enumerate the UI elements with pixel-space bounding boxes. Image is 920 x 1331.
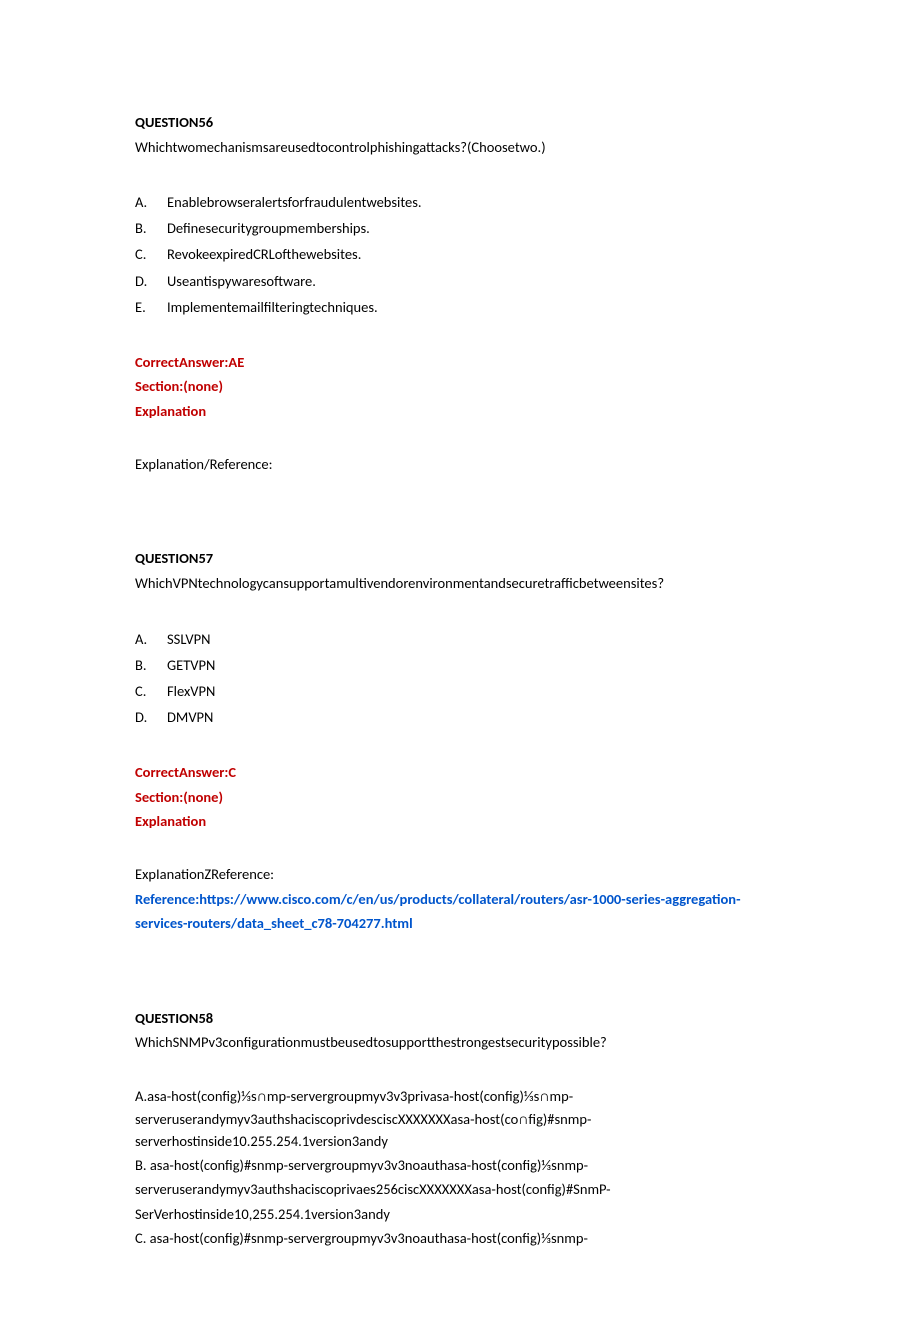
option-letter: D.	[135, 704, 153, 730]
correct-answer: CorrectAnswer:AE	[135, 350, 785, 375]
section-label: Section:(none)	[135, 785, 785, 810]
option-text: Implementemailfilteringtechniques.	[153, 294, 378, 320]
config-line: A.asa-host(config)⅓s∩mp-servergroupmyv3v…	[135, 1085, 785, 1107]
answer-section: CorrectAnswer:C Section:(none) Explanati…	[135, 760, 785, 834]
config-line: B. asa-host(config)#snmp-servergroupmyv3…	[135, 1153, 785, 1178]
answer-section: CorrectAnswer:AE Section:(none) Explanat…	[135, 350, 785, 424]
question-header: QUESTION57	[135, 546, 785, 571]
config-line: SerVerhostinside10,255.254.1version3andy	[135, 1202, 785, 1227]
option-letter: A.	[135, 626, 153, 652]
config-line: serveruserandymyv3authshaciscoprivdescis…	[135, 1108, 785, 1130]
option-a: A. SSLVPN	[135, 626, 785, 652]
option-letter: D.	[135, 268, 153, 294]
option-letter: C.	[135, 678, 153, 704]
option-text: DMVPN	[153, 704, 213, 730]
option-letter: B.	[135, 652, 153, 678]
option-c: C. FlexVPN	[135, 678, 785, 704]
option-text: FlexVPN	[153, 678, 215, 704]
options-list: A. SSLVPN B. GETVPN C. FlexVPN D. DMVPN	[135, 626, 785, 730]
option-b: B. Definesecuritygroupmemberships.	[135, 215, 785, 241]
section-label: Section:(none)	[135, 374, 785, 399]
option-d: D. DMVPN	[135, 704, 785, 730]
question-block-56: QUESTION56 Whichtwomechanismsareusedtoco…	[135, 110, 785, 476]
option-c: C. RevokeexpiredCRLofthewebsites.	[135, 241, 785, 267]
option-e: E. Implementemailfilteringtechniques.	[135, 294, 785, 320]
option-text: SSLVPN	[153, 626, 210, 652]
answer-body: A.asa-host(config)⅓s∩mp-servergroupmyv3v…	[135, 1085, 785, 1251]
config-line: serveruserandymyv3authshaciscoprivaes256…	[135, 1177, 785, 1202]
option-text: Enablebrowseralertsforfraudulentwebsites…	[153, 189, 422, 215]
reference-link[interactable]: Reference:https://www.cisco.com/c/en/us/…	[135, 887, 785, 912]
option-text: GETVPN	[153, 652, 215, 678]
reference-link[interactable]: services-routers/data_sheet_c78-704277.h…	[135, 911, 785, 936]
option-a: A. Enablebrowseralertsforfraudulentwebsi…	[135, 189, 785, 215]
option-d: D. Useantispywaresoftware.	[135, 268, 785, 294]
document-page: QUESTION56 Whichtwomechanismsareusedtoco…	[0, 0, 920, 1331]
option-letter: B.	[135, 215, 153, 241]
option-letter: A.	[135, 189, 153, 215]
option-letter: C.	[135, 241, 153, 267]
question-block-57: QUESTION57 WhichVPNtechnologycansupporta…	[135, 546, 785, 936]
explanation-label: Explanation	[135, 809, 785, 834]
question-header: QUESTION58	[135, 1006, 785, 1031]
option-letter: E.	[135, 294, 153, 320]
explanation-reference: Explanation/Reference:	[135, 452, 785, 477]
question-prompt: Whichtwomechanismsareusedtocontrolphishi…	[135, 135, 785, 160]
config-line: C. asa-host(config)#snmp-servergroupmyv3…	[135, 1226, 785, 1251]
options-list: A. Enablebrowseralertsforfraudulentwebsi…	[135, 189, 785, 319]
explanation-label: Explanation	[135, 399, 785, 424]
option-text: RevokeexpiredCRLofthewebsites.	[153, 241, 361, 267]
question-prompt: WhichVPNtechnologycansupportamultivendor…	[135, 571, 785, 596]
explanation-reference: ExpIanationZReference:	[135, 862, 785, 887]
question-block-58: QUESTION58 WhichSNMPv3configurationmustb…	[135, 1006, 785, 1251]
question-prompt: WhichSNMPv3configurationmustbeusedtosupp…	[135, 1030, 785, 1055]
correct-answer: CorrectAnswer:C	[135, 760, 785, 785]
config-line: serverhostinside10.255.254.1version3andy	[135, 1130, 785, 1152]
question-header: QUESTION56	[135, 110, 785, 135]
option-b: B. GETVPN	[135, 652, 785, 678]
option-text: Definesecuritygroupmemberships.	[153, 215, 370, 241]
option-text: Useantispywaresoftware.	[153, 268, 316, 294]
